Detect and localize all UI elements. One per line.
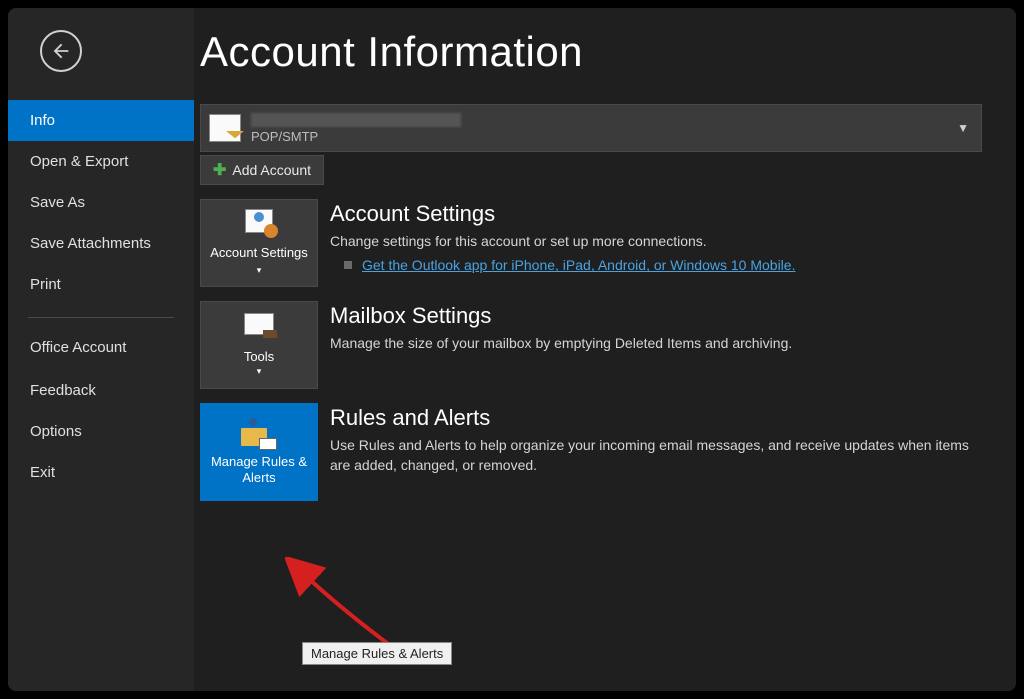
sidebar-item-options[interactable]: Options bbox=[8, 411, 194, 452]
manage-rules-icon bbox=[241, 418, 277, 450]
sidebar-divider bbox=[28, 317, 174, 318]
sidebar-item-open-export[interactable]: Open & Export bbox=[8, 141, 194, 182]
manage-rules-tile-label: Manage Rules & Alerts bbox=[207, 454, 311, 485]
outlook-app-link[interactable]: Get the Outlook app for iPhone, iPad, An… bbox=[362, 257, 795, 273]
mailbox-settings-title: Mailbox Settings bbox=[330, 303, 982, 329]
tools-tile-label: Tools bbox=[244, 349, 274, 365]
main-content: Account Information POP/SMTP ▼ ✚ Add Acc… bbox=[194, 8, 1016, 691]
sidebar-item-info[interactable]: Info bbox=[8, 100, 194, 141]
mail-icon bbox=[209, 114, 241, 142]
account-email-redacted bbox=[251, 113, 461, 127]
sidebar: Info Open & Export Save As Save Attachme… bbox=[8, 8, 194, 691]
mailbox-settings-desc: Manage the size of your mailbox by empty… bbox=[330, 333, 982, 353]
section-rules-alerts: Manage Rules & Alerts Rules and Alerts U… bbox=[200, 403, 982, 501]
add-account-label: Add Account bbox=[232, 162, 311, 178]
account-settings-icon bbox=[241, 209, 277, 241]
caret-down-icon: ▾ bbox=[257, 366, 262, 377]
caret-down-icon: ▾ bbox=[257, 265, 262, 275]
account-settings-title: Account Settings bbox=[330, 201, 982, 227]
rules-alerts-desc: Use Rules and Alerts to help organize yo… bbox=[330, 435, 982, 476]
sidebar-item-save-as[interactable]: Save As bbox=[8, 182, 194, 223]
plus-icon: ✚ bbox=[213, 160, 226, 180]
chevron-down-icon: ▼ bbox=[957, 121, 969, 135]
add-account-button[interactable]: ✚ Add Account bbox=[200, 155, 324, 185]
manage-rules-alerts-tile[interactable]: Manage Rules & Alerts bbox=[200, 403, 318, 501]
back-arrow-icon bbox=[50, 40, 72, 62]
sidebar-item-print[interactable]: Print bbox=[8, 264, 194, 305]
section-mailbox-settings: Tools ▾ Mailbox Settings Manage the size… bbox=[200, 301, 982, 389]
account-selector-dropdown[interactable]: POP/SMTP ▼ bbox=[200, 104, 982, 152]
back-button[interactable] bbox=[40, 30, 82, 72]
sidebar-item-exit[interactable]: Exit bbox=[8, 452, 194, 493]
account-type-label: POP/SMTP bbox=[251, 129, 461, 144]
tools-icon bbox=[241, 313, 277, 345]
account-text: POP/SMTP bbox=[251, 113, 461, 144]
page-title: Account Information bbox=[200, 28, 982, 76]
tooltip: Manage Rules & Alerts bbox=[302, 642, 452, 665]
account-settings-tile-label: Account Settings ▾ bbox=[207, 245, 311, 276]
sidebar-item-save-attachments[interactable]: Save Attachments bbox=[8, 223, 194, 264]
sidebar-item-feedback[interactable]: Feedback bbox=[8, 370, 194, 411]
file-backstage-window: Info Open & Export Save As Save Attachme… bbox=[8, 8, 1016, 691]
tools-tile[interactable]: Tools ▾ bbox=[200, 301, 318, 389]
section-account-settings: Account Settings ▾ Account Settings Chan… bbox=[200, 199, 982, 287]
account-settings-desc: Change settings for this account or set … bbox=[330, 231, 982, 251]
rules-alerts-title: Rules and Alerts bbox=[330, 405, 982, 431]
account-settings-tile[interactable]: Account Settings ▾ bbox=[200, 199, 318, 287]
link-bullet-icon bbox=[344, 261, 352, 269]
sidebar-item-office-account[interactable]: Office Account bbox=[8, 326, 194, 370]
